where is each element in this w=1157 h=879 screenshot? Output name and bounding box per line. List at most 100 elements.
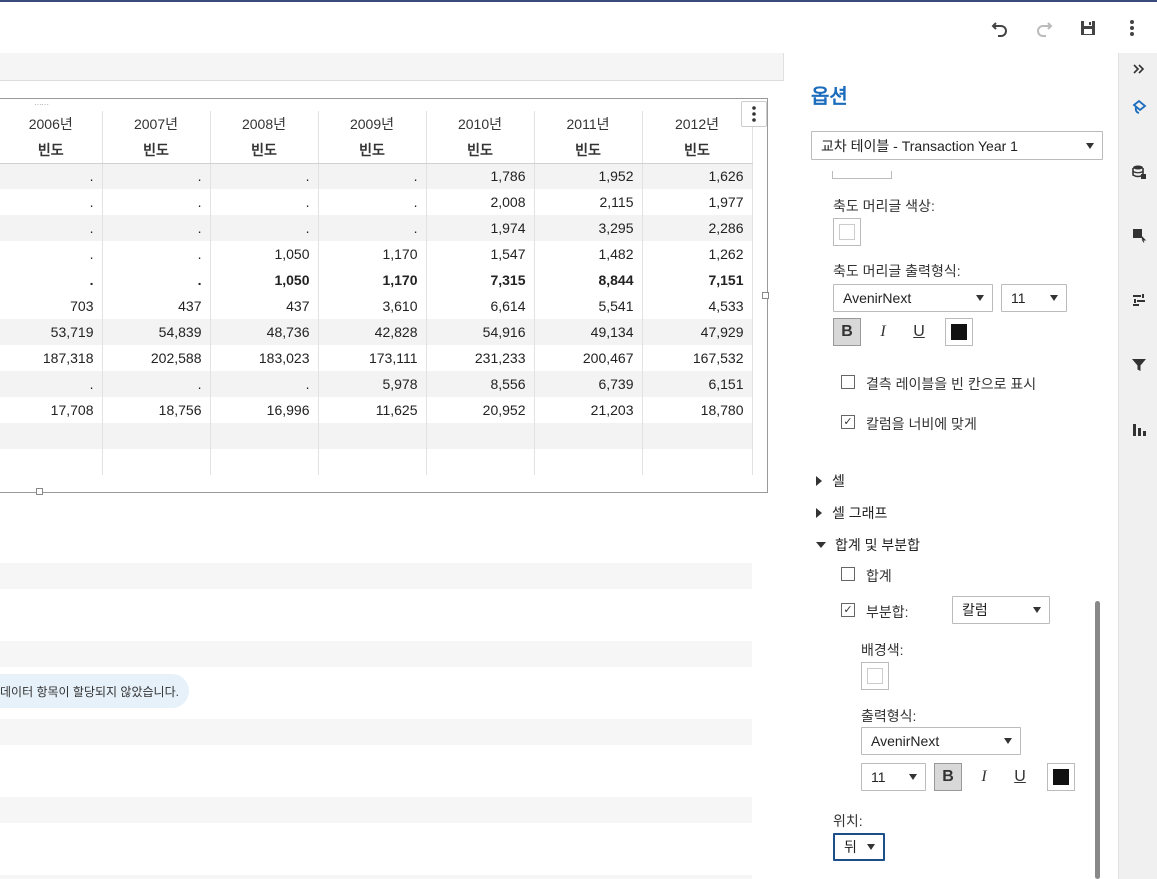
cell: 20,952	[426, 397, 535, 423]
subtotal-select[interactable]: 칼럼	[952, 596, 1050, 624]
cell: 437	[210, 293, 319, 319]
table-row: 17,708 18,756 16,996 11,625 20,952 21,203 18,7…	[0, 397, 753, 423]
cell: .	[210, 189, 319, 215]
column-header-year: 2007년	[102, 111, 211, 137]
section-cell-label: 셀	[832, 473, 845, 489]
bold-button[interactable]: B	[833, 318, 861, 346]
measure-header: 빈도	[318, 137, 427, 164]
underline-button[interactable]: U	[1006, 763, 1034, 791]
object-icon[interactable]	[1129, 225, 1149, 245]
cell: 1,952	[534, 163, 643, 189]
undo-icon[interactable]	[988, 16, 1012, 40]
more-vertical-icon[interactable]	[741, 101, 767, 127]
cell: 6,614	[426, 293, 535, 319]
column-header-year: 2006년	[0, 111, 103, 137]
cell: 183,023	[210, 345, 319, 371]
options-panel: 옵션 교차 테이블 - Transaction Year 1 축도 머리글 색상…	[794, 53, 1118, 879]
bold-button[interactable]: B	[934, 763, 962, 791]
save-icon[interactable]	[1076, 16, 1100, 40]
cell: 16,996	[210, 397, 319, 423]
format-font-select[interactable]: AvenirNext	[861, 727, 1021, 755]
cell: 6,151	[642, 371, 753, 397]
drag-handle-icon[interactable]: ⋯⋯	[34, 101, 49, 109]
cell	[210, 449, 319, 475]
cell: 18,756	[102, 397, 211, 423]
header-size-select[interactable]: 11	[1001, 284, 1067, 312]
underline-button[interactable]: U	[905, 318, 933, 346]
measure-header: 빈도	[102, 137, 211, 164]
cell: 21,203	[534, 397, 643, 423]
cell: 1,170	[318, 267, 427, 293]
table-row: .... 2,008 2,115 1,977	[0, 189, 753, 215]
cell: 49,134	[534, 319, 643, 345]
section-totals-label: 합계 및 부분합	[835, 537, 921, 553]
cell	[534, 423, 643, 449]
total-checkbox[interactable]	[841, 567, 855, 581]
cell: 1,626	[642, 163, 753, 189]
cell: 54,916	[426, 319, 535, 345]
cell: .	[318, 189, 427, 215]
cell	[102, 423, 211, 449]
cell: .	[102, 163, 211, 189]
missing-blank-checkbox[interactable]	[841, 375, 855, 389]
header-font-value: AvenirNext	[843, 290, 912, 306]
resize-handle-bottom[interactable]	[36, 488, 43, 495]
subtotal-checkbox[interactable]: ✓	[841, 603, 855, 617]
table-row: 187,318 202,588 183,023 173,111 231,233 200,4…	[0, 345, 753, 371]
italic-button[interactable]: I	[869, 318, 897, 346]
object-select[interactable]: 교차 테이블 - Transaction Year 1	[811, 131, 1103, 160]
position-select-value: 뒤	[844, 839, 857, 855]
more-vertical-icon[interactable]	[1120, 16, 1144, 40]
header-color-label: 축도 머리글 색상:	[833, 198, 935, 214]
header-color-swatch[interactable]	[833, 218, 861, 246]
cell: 5,541	[534, 293, 643, 319]
cell: 5,978	[318, 371, 427, 397]
table-row: 703 437 437 3,610 6,614 5,541 4,533	[0, 293, 753, 319]
cell: .	[0, 241, 103, 267]
cell: 1,262	[642, 241, 753, 267]
cell: 2,115	[534, 189, 643, 215]
section-totals[interactable]: 합계 및 부분합	[816, 535, 920, 555]
format-size-select[interactable]: 11	[861, 763, 926, 791]
filter-icon[interactable]	[1129, 355, 1149, 375]
cell	[642, 423, 753, 449]
collapse-panel-icon[interactable]	[1129, 59, 1149, 79]
position-select[interactable]: 뒤	[833, 833, 885, 861]
redo-icon[interactable]	[1032, 16, 1056, 40]
paint-options-icon[interactable]	[1129, 97, 1149, 117]
format-font-value: AvenirNext	[871, 733, 940, 749]
section-cell[interactable]: 셀	[816, 471, 845, 491]
cell: 4,533	[642, 293, 753, 319]
cell: 47,929	[642, 319, 753, 345]
cell	[318, 449, 427, 475]
object-select-value: 교차 테이블 - Transaction Year 1	[821, 137, 1018, 154]
cell: 8,556	[426, 371, 535, 397]
top-toolbar	[0, 0, 1157, 53]
crosstab-table[interactable]: ⋯⋯ 2006년 2007년 2008년 2009년 2010년 2011년 2…	[0, 98, 768, 493]
data-icon[interactable]	[1129, 162, 1149, 182]
cell: .	[0, 371, 103, 397]
italic-button[interactable]: I	[970, 763, 998, 791]
cell: 3,610	[318, 293, 427, 319]
table-row: .... 1,786 1,952 1,626	[0, 163, 753, 189]
font-color-swatch[interactable]	[1047, 763, 1075, 791]
cell	[642, 449, 753, 475]
cell: .	[318, 163, 427, 189]
rules-icon[interactable]	[1129, 290, 1149, 310]
panel-scrollbar[interactable]	[1095, 601, 1100, 879]
total-label: 합계	[866, 568, 892, 584]
fit-columns-checkbox[interactable]: ✓	[841, 415, 855, 429]
section-cell-graph[interactable]: 셀 그래프	[816, 503, 887, 523]
cell: 6,739	[534, 371, 643, 397]
cell	[102, 449, 211, 475]
resize-handle-right[interactable]	[762, 292, 769, 299]
font-color-swatch[interactable]	[945, 318, 973, 346]
chevron-down-icon	[1004, 738, 1012, 744]
color-swatch-partial[interactable]	[832, 171, 892, 179]
subtotal-label: 부분합:	[866, 604, 909, 620]
chart-icon[interactable]	[1129, 419, 1149, 439]
column-header-year: 2012년	[642, 111, 753, 137]
bgcolor-swatch[interactable]	[861, 662, 889, 690]
header-font-select[interactable]: AvenirNext	[833, 284, 993, 312]
subtotal-select-value: 칼럼	[962, 602, 988, 618]
